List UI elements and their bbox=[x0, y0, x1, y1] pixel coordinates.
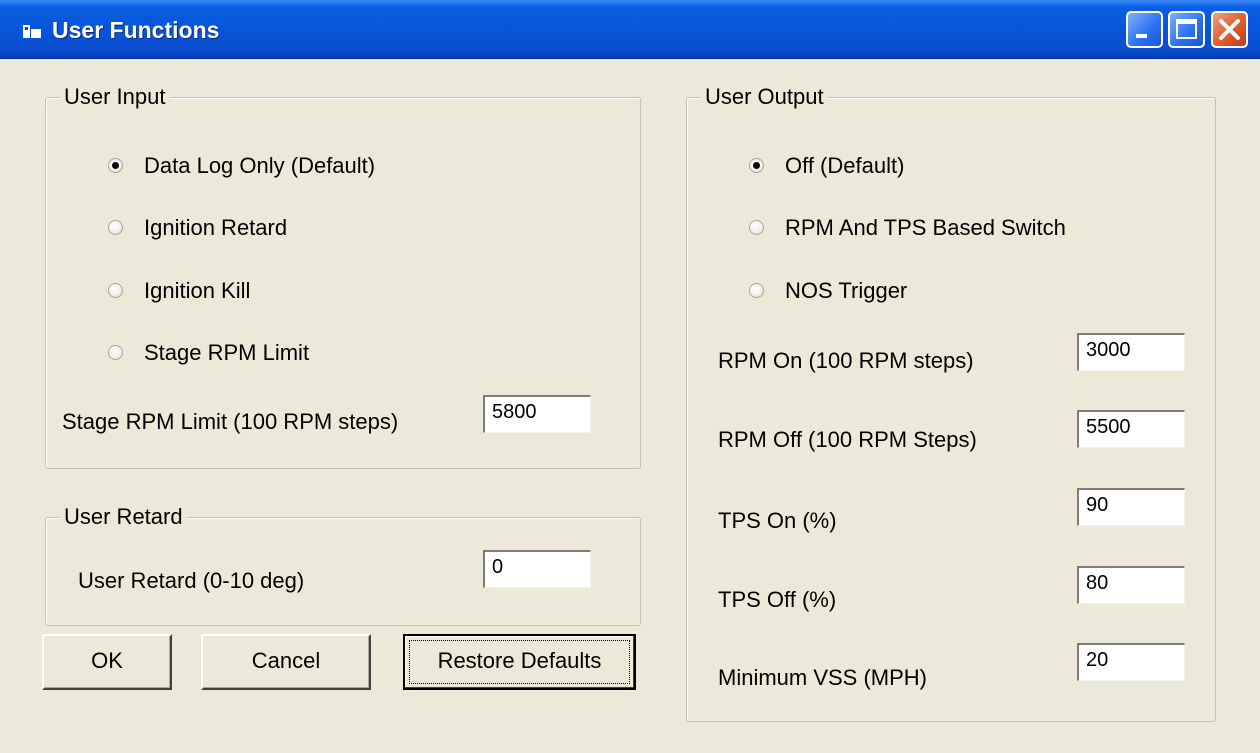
radio-dot[interactable] bbox=[108, 345, 123, 360]
title-bar[interactable]: User Functions bbox=[0, 0, 1260, 59]
radio-dot[interactable] bbox=[749, 283, 764, 298]
rpm-on-label: RPM On (100 RPM steps) bbox=[718, 348, 974, 373]
radio-label: RPM And TPS Based Switch bbox=[785, 215, 1066, 240]
user-retard-input[interactable]: 0 bbox=[483, 550, 591, 588]
maximize-icon bbox=[1176, 19, 1197, 39]
minimum-vss-input[interactable]: 20 bbox=[1077, 643, 1185, 681]
app-icon bbox=[23, 25, 41, 38]
maximize-button[interactable] bbox=[1168, 11, 1205, 48]
rpm-off-input[interactable]: 5500 bbox=[1077, 410, 1185, 448]
radio-dot[interactable] bbox=[108, 158, 123, 173]
minimize-icon bbox=[1136, 34, 1147, 38]
radio-label: NOS Trigger bbox=[785, 278, 908, 303]
radio-dot[interactable] bbox=[108, 283, 123, 298]
restore-defaults-button[interactable]: Restore Defaults bbox=[403, 634, 636, 690]
rpm-off-label: RPM Off (100 RPM Steps) bbox=[718, 427, 977, 452]
minimum-vss-label: Minimum VSS (MPH) bbox=[718, 665, 928, 690]
window-title: User Functions bbox=[52, 17, 220, 43]
ok-button-label: OK bbox=[91, 648, 123, 673]
close-button[interactable] bbox=[1211, 11, 1248, 48]
tps-off-label: TPS Off (%) bbox=[718, 587, 837, 612]
radio-dot[interactable] bbox=[108, 220, 123, 235]
radio-dot[interactable] bbox=[749, 158, 764, 173]
restore-defaults-button-label: Restore Defaults bbox=[437, 648, 602, 673]
tps-on-input[interactable]: 90 bbox=[1077, 488, 1185, 526]
tps-off-input[interactable]: 80 bbox=[1077, 566, 1185, 604]
stage-rpm-limit-label: Stage RPM Limit (100 RPM steps) bbox=[62, 409, 399, 434]
close-icon bbox=[1219, 19, 1240, 40]
cancel-button-label: Cancel bbox=[251, 648, 321, 673]
ok-button[interactable]: OK bbox=[42, 634, 172, 690]
radio-label: Stage RPM Limit bbox=[144, 340, 310, 365]
radio-label: Ignition Retard bbox=[144, 215, 288, 240]
radio-dot[interactable] bbox=[749, 220, 764, 235]
user-output-legend: User Output bbox=[701, 83, 828, 111]
user-retard-label: User Retard (0-10 deg) bbox=[78, 568, 305, 593]
radio-label: Ignition Kill bbox=[144, 278, 251, 303]
tps-on-label: TPS On (%) bbox=[718, 508, 837, 533]
stage-rpm-limit-input[interactable]: 5800 bbox=[483, 395, 591, 433]
radio-label: Off (Default) bbox=[785, 153, 905, 178]
user-input-legend: User Input bbox=[60, 83, 170, 111]
cancel-button[interactable]: Cancel bbox=[201, 634, 371, 690]
radio-label: Data Log Only (Default) bbox=[144, 153, 376, 178]
minimize-button[interactable] bbox=[1126, 11, 1163, 48]
rpm-on-input[interactable]: 3000 bbox=[1077, 333, 1185, 371]
user-retard-legend: User Retard bbox=[60, 503, 187, 531]
